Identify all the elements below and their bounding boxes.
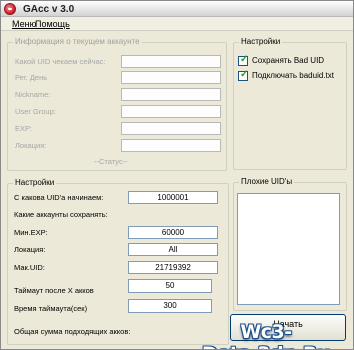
max-uid-label: Мак.UID: — [14, 263, 45, 272]
title-bar[interactable]: GAcc v 3.0 — [1, 1, 353, 17]
use-baduid-txt-checkbox[interactable] — [238, 69, 248, 81]
app-window: GAcc v 3.0 Меню Помощь Информация о теку… — [0, 0, 354, 350]
exp-field — [121, 122, 221, 135]
watermark-text: Wc3-Dota.3dn.Ru — [202, 321, 331, 349]
site-watermark: Wc3-Dota.3dn.Ru — [177, 319, 353, 349]
reg-day-field — [121, 71, 221, 84]
timeout-time-input[interactable]: 300 — [128, 299, 212, 313]
settings-bottom-legend: Настройки — [13, 178, 57, 188]
total-matching-label: Общая сумма подходящих акков: — [14, 327, 131, 336]
status-text: --Статус-- — [94, 157, 128, 166]
max-uid-input[interactable]: 21719392 — [128, 261, 218, 274]
bad-uids-list[interactable] — [237, 193, 340, 305]
exp-label: EXP: — [15, 124, 33, 133]
timeout-time-label: Время таймаута(сек) — [14, 304, 88, 313]
user-group-label: User Group: — [15, 107, 56, 116]
nickname-label: Nickname: — [15, 90, 51, 99]
account-info-legend: Информация о текущем аккаунте — [13, 37, 142, 47]
current-uid-field — [121, 55, 221, 68]
location-input[interactable]: All — [128, 243, 218, 256]
save-bad-uid-option[interactable]: Сохранять Bad UID — [238, 54, 343, 68]
nickname-field — [121, 88, 221, 101]
timeout-after-label: Таймаут после X акков — [14, 286, 94, 295]
min-exp-label: Мин.EXP: — [14, 228, 48, 237]
location-info-field — [121, 139, 221, 152]
menu-bar: Меню Помощь — [1, 17, 353, 31]
bad-uids-legend: Плохие UID'ы — [239, 177, 295, 187]
start-uid-input[interactable]: 1000001 — [128, 191, 218, 204]
save-bad-uid-checkbox[interactable] — [238, 54, 248, 66]
settings-top-legend: Настройки — [239, 37, 283, 47]
menu-main[interactable]: Меню — [12, 19, 36, 29]
menu-help[interactable]: Помощь — [35, 19, 70, 29]
save-bad-uid-label: Сохранять Bad UID — [252, 56, 325, 65]
location-info-label: Локация: — [15, 141, 47, 150]
use-baduid-txt-option[interactable]: Подключать baduid.txt — [238, 69, 343, 83]
which-accounts-label: Какие аккаунты сохранять: — [14, 210, 108, 219]
start-uid-label: С какова UID'а начинаем: — [14, 193, 104, 202]
reg-day-label: Рег. День — [15, 73, 48, 82]
user-group-field — [121, 105, 221, 118]
use-baduid-txt-label: Подключать baduid.txt — [252, 71, 334, 80]
timeout-after-input[interactable]: 50 — [128, 279, 212, 293]
window-title: GAcc v 3.0 — [23, 4, 75, 15]
min-exp-input[interactable]: 60000 — [128, 226, 218, 239]
location-label: Локация: — [14, 245, 46, 254]
current-uid-label: Какой UID чекаем сейчас: — [15, 57, 106, 66]
app-icon[interactable] — [4, 3, 16, 15]
